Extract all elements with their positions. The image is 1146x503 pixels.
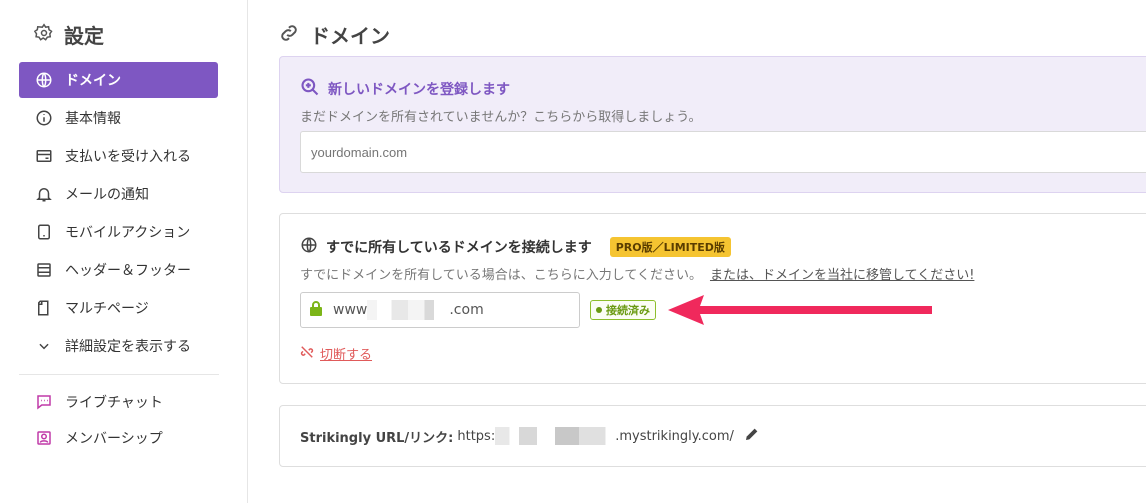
sidebar-item-label: メールの通知 (65, 187, 149, 203)
sidebar-item-label: メンバーシップ (65, 431, 163, 447)
domain-suffix: .com (449, 302, 484, 318)
pro-badge: PRO版／LIMITED版 (609, 237, 731, 257)
search-plus-icon (300, 77, 320, 101)
sidebar-item-basic-info[interactable]: 基本情報 (19, 100, 218, 136)
sidebar-item-header-footer[interactable]: ヘッダー＆フッター (19, 252, 218, 288)
disconnect-link[interactable]: 切断する (300, 344, 372, 363)
globe-icon (35, 71, 53, 89)
sidebar-item-label: モバイルアクション (65, 225, 191, 241)
redacted-domain (367, 300, 450, 320)
strikingly-url-row: Strikingly URL/リンク: https: .mystrikingly… (300, 426, 760, 446)
annotation-arrow (668, 295, 932, 325)
status-dot (596, 307, 602, 313)
sidebar-item-label: ドメイン (65, 73, 121, 89)
redacted-subdomain (495, 427, 616, 445)
register-header: 新しいドメインを登録します (300, 77, 510, 101)
unlink-icon (300, 345, 314, 363)
sidebar-header: 設定 (33, 20, 104, 49)
sidebar-item-label: 詳細設定を表示する (65, 339, 191, 355)
domain-prefix: www (333, 302, 368, 318)
register-title: 新しいドメインを登録します (328, 82, 510, 98)
sidebar-item-label: ヘッダー＆フッター (65, 263, 191, 279)
sidebar-divider (19, 374, 219, 375)
link-icon (278, 22, 300, 48)
sidebar-item-label: ライブチャット (65, 395, 163, 411)
register-domain-card: 新しいドメインを登録します まだドメインを所有されていませんか？こちらから取得し… (279, 56, 1146, 193)
connected-status-label: 接続済み (606, 304, 650, 317)
sidebar-item-label: マルチページ (65, 301, 149, 317)
payment-icon (35, 147, 53, 165)
new-domain-input[interactable] (300, 131, 1146, 173)
lock-icon (309, 300, 323, 320)
header-footer-icon (35, 261, 53, 279)
url-prefix: https: (457, 428, 496, 444)
sidebar-item-label: 支払いを受け入れる (65, 149, 191, 165)
sidebar-item-membership[interactable]: メンバーシップ (19, 420, 218, 456)
info-icon (35, 109, 53, 127)
bell-icon (35, 185, 53, 203)
url-suffix: .mystrikingly.com/ (615, 428, 734, 444)
connect-subtitle-row: すでにドメインを所有している場合は、こちらに入力してください。 または、ドメイン… (300, 264, 974, 283)
connected-status-badge: 接続済み (590, 300, 656, 320)
connect-header: すでに所有しているドメインを接続します PRO版／LIMITED版 (300, 236, 731, 258)
globe-icon (300, 236, 318, 258)
disconnect-label: 切断する (320, 348, 373, 363)
gear-icon (33, 22, 54, 47)
sidebar-item-multipage[interactable]: マルチページ (19, 290, 218, 326)
chat-icon (35, 393, 53, 411)
sidebar-item-live-chat[interactable]: ライブチャット (19, 384, 218, 420)
connected-domain-field[interactable]: www .com (300, 292, 580, 328)
pages-icon (35, 299, 53, 317)
sidebar-item-advanced-settings[interactable]: 詳細設定を表示する (19, 328, 218, 364)
mobile-icon (35, 223, 53, 241)
membership-icon (35, 429, 53, 447)
sidebar-item-domain[interactable]: ドメイン (19, 62, 218, 98)
settings-sidebar: 設定 ドメイン 基本情報 支払いを受け入れる メールの通知 モバイルアクション (0, 0, 248, 503)
strikingly-url-card: Strikingly URL/リンク: https: .mystrikingly… (279, 405, 1146, 467)
sidebar-item-label: 基本情報 (65, 111, 121, 127)
transfer-domain-link[interactable]: または、ドメインを当社に移管してください! (710, 264, 974, 283)
page-header: ドメイン (278, 20, 390, 49)
connect-title: すでに所有しているドメインを接続します (326, 240, 592, 256)
register-subtitle: まだドメインを所有されていませんか？こちらから取得しましょう。 (300, 110, 702, 125)
chevron-down-icon (35, 337, 53, 355)
page-title: ドメイン (310, 24, 390, 48)
sidebar-title: 設定 (64, 24, 104, 48)
sidebar-item-mobile-actions[interactable]: モバイルアクション (19, 214, 218, 250)
pencil-icon[interactable] (744, 426, 760, 446)
connect-subtitle: すでにドメインを所有している場合は、こちらに入力してください。 (300, 268, 702, 283)
sidebar-item-email-notifications[interactable]: メールの通知 (19, 176, 218, 212)
url-label: Strikingly URL/リンク: (300, 430, 454, 446)
sidebar-item-payments[interactable]: 支払いを受け入れる (19, 138, 218, 174)
